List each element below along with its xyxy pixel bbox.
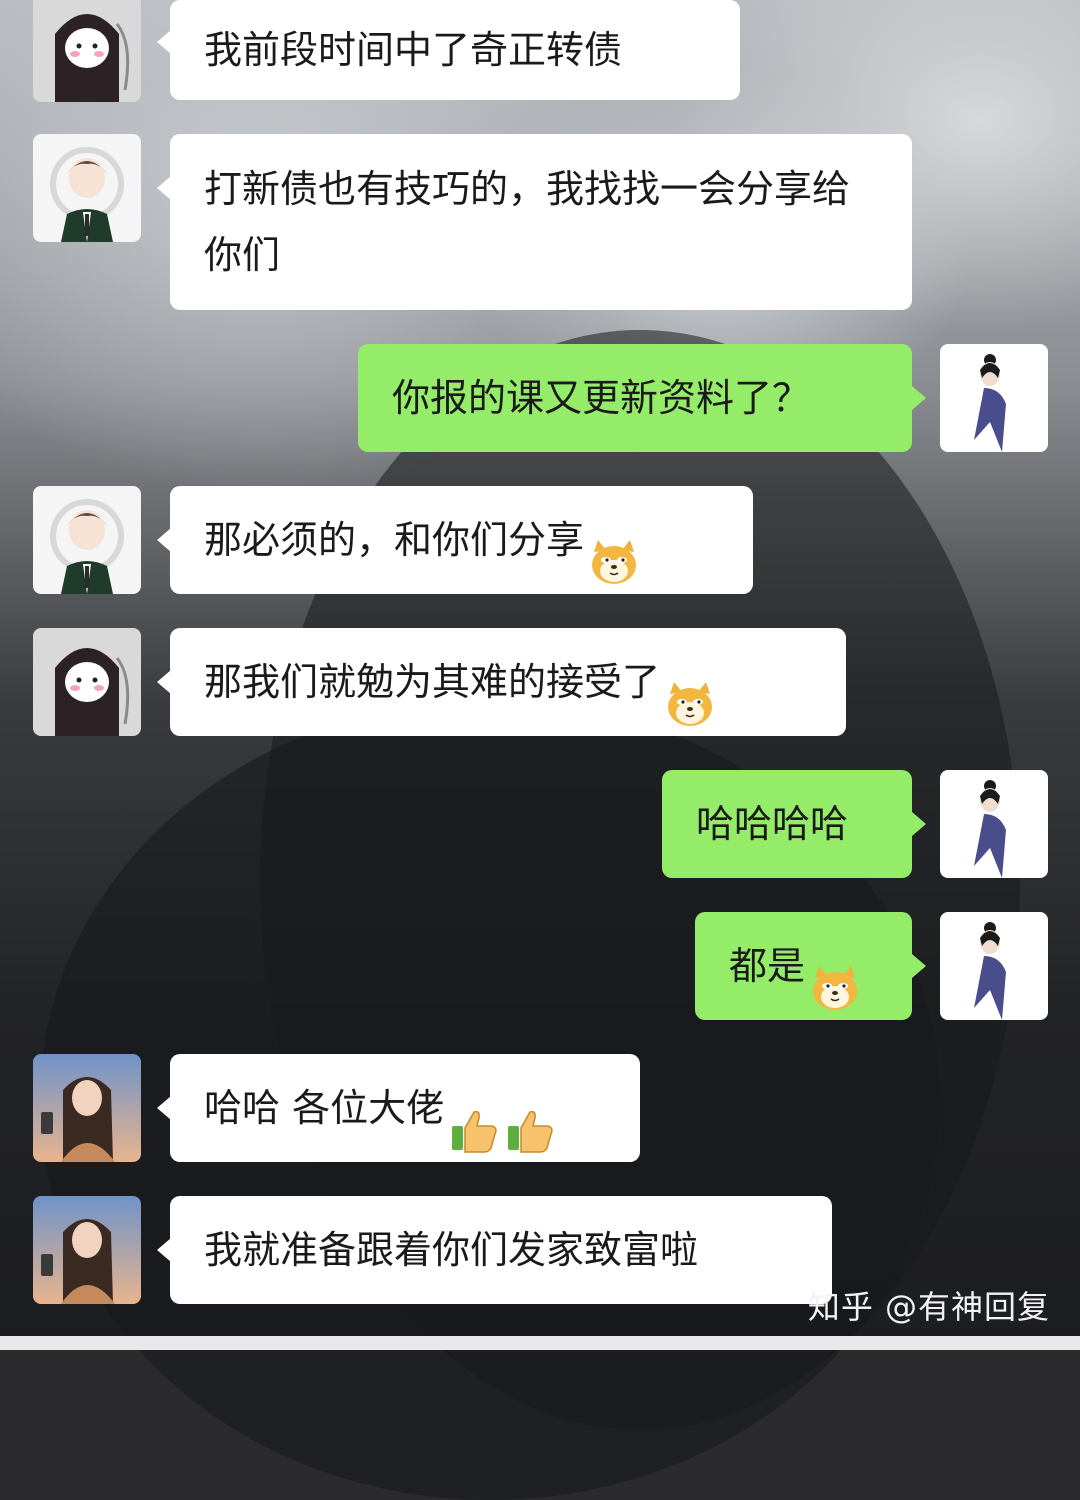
avatar-me[interactable] [940, 912, 1048, 1020]
message-bubble-own[interactable]: 都是 [695, 912, 912, 1020]
message-bubble[interactable]: 那我们就勉为其难的接受了 [170, 628, 846, 736]
avatar-me[interactable] [940, 770, 1048, 878]
avatar-me[interactable] [940, 344, 1048, 452]
message-text: 你报的课又更新资料了？ [392, 376, 811, 420]
message-text: 都是 [729, 944, 806, 988]
bubble-tail [157, 670, 171, 694]
avatar-reaper[interactable] [33, 0, 141, 102]
message-bubble[interactable]: 哈哈 各位大佬 [170, 1054, 640, 1162]
bubble-tail [912, 386, 926, 410]
message-text: 哈哈哈哈 [696, 802, 849, 846]
bubble-tail [157, 176, 171, 200]
avatar-girl[interactable] [33, 1196, 141, 1304]
bubble-tail [912, 954, 926, 978]
zhihu-watermark: 知乎 @有神回复 [807, 1288, 1050, 1326]
thumbs-up-icon [504, 1087, 556, 1153]
message-text: 打新债也有技巧的，我找找一会分享给你们 [204, 167, 851, 277]
avatar-boy[interactable] [33, 134, 141, 242]
message-text: 我前段时间中了奇正转债 [204, 28, 623, 72]
bubble-tail [912, 812, 926, 836]
doge-emoji-icon [664, 661, 716, 726]
doge-emoji-icon [588, 519, 640, 584]
bubble-tail [157, 1096, 171, 1120]
bubble-tail [157, 1238, 171, 1262]
message-bubble[interactable]: 我就准备跟着你们发家致富啦 [170, 1196, 832, 1304]
bubble-tail [157, 528, 171, 552]
message-text: 那必须的，和你们分享 [204, 518, 585, 562]
message-bubble[interactable]: 我前段时间中了奇正转债 [170, 0, 740, 100]
doge-emoji-icon [809, 945, 861, 1010]
message-text: 那我们就勉为其难的接受了 [204, 660, 661, 704]
message-text: 我就准备跟着你们发家致富啦 [204, 1228, 699, 1272]
message-bubble-own[interactable]: 你报的课又更新资料了？ [358, 344, 912, 452]
thumbs-up-icon [448, 1087, 500, 1153]
message-bubble[interactable]: 那必须的，和你们分享 [170, 486, 753, 594]
message-text: 哈哈 各位大佬 [204, 1086, 445, 1130]
avatar-reaper[interactable] [33, 628, 141, 736]
message-bubble-own[interactable]: 哈哈哈哈 [662, 770, 912, 878]
bottom-edge [0, 1336, 1080, 1350]
avatar-girl[interactable] [33, 1054, 141, 1162]
bubble-tail [157, 30, 171, 54]
message-bubble[interactable]: 打新债也有技巧的，我找找一会分享给你们 [170, 134, 912, 310]
avatar-boy[interactable] [33, 486, 141, 594]
